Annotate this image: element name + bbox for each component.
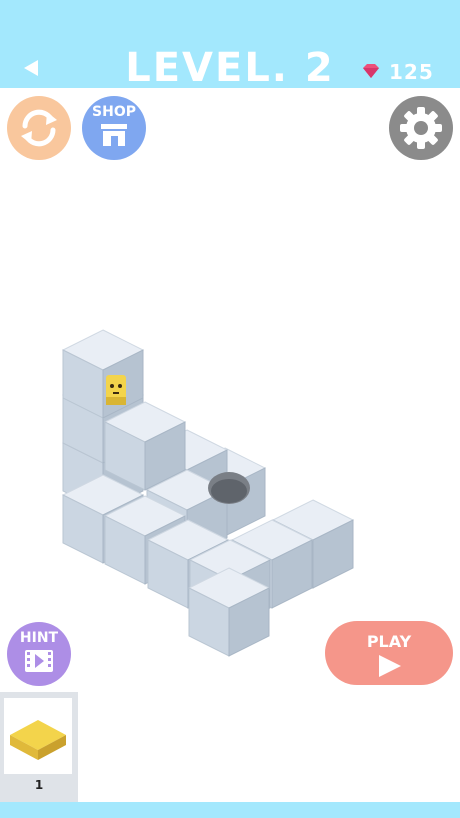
inventory-count: 1 bbox=[34, 778, 44, 792]
top-bar: LEVEL. 2 125 bbox=[0, 0, 460, 91]
play-label: PLAY bbox=[366, 632, 412, 651]
video-icon bbox=[25, 650, 53, 672]
bottom-bar bbox=[0, 802, 460, 818]
gem-icon bbox=[363, 64, 379, 78]
yellow-tile-icon bbox=[10, 720, 66, 760]
inventory-tray: 1 bbox=[0, 692, 78, 802]
shop-button[interactable]: SHOP bbox=[82, 96, 146, 160]
restart-icon bbox=[21, 109, 57, 147]
shop-icon bbox=[101, 124, 127, 146]
settings-button[interactable] bbox=[389, 96, 453, 160]
play-button[interactable]: PLAY bbox=[325, 621, 453, 685]
character-icon bbox=[106, 375, 126, 405]
restart-button[interactable] bbox=[7, 96, 71, 160]
gem-count: 125 bbox=[389, 60, 434, 84]
hint-button[interactable]: HINT bbox=[7, 622, 71, 686]
inventory-slot[interactable] bbox=[4, 698, 72, 774]
play-triangle-icon bbox=[379, 655, 401, 677]
gear-icon bbox=[400, 107, 442, 149]
